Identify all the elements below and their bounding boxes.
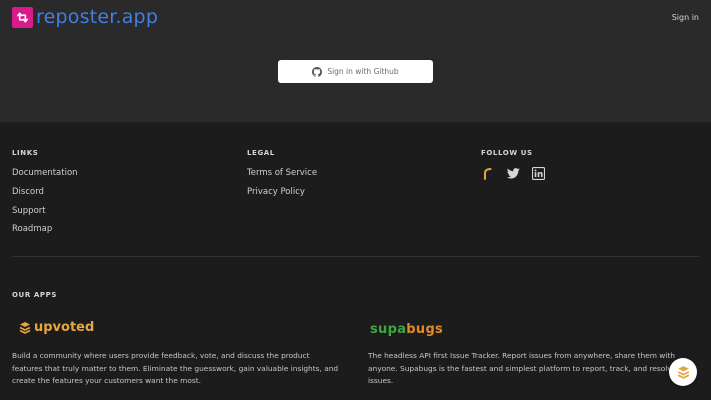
github-button-label: Sign in with Github (327, 67, 399, 76)
sign-in-github-button[interactable]: Sign in with Github (278, 60, 433, 83)
links-heading: LINKS (12, 149, 39, 157)
linkedin-icon[interactable] (531, 166, 545, 180)
discord-link[interactable]: Discord (12, 187, 44, 197)
upvoted-widget-button[interactable] (669, 358, 697, 386)
sign-in-link[interactable]: Sign in (672, 13, 699, 22)
footer-divider (12, 256, 699, 257)
supabugs-logo[interactable]: supa bugs (370, 322, 443, 337)
github-icon (312, 66, 323, 77)
brand-name: reposter.app (36, 6, 159, 28)
social-links (481, 166, 556, 180)
our-apps-heading: OUR APPS (12, 291, 57, 299)
supabugs-name-part-2: bugs (406, 322, 444, 337)
legal-heading: LEGAL (247, 149, 275, 157)
privacy-policy-link[interactable]: Privacy Policy (247, 187, 305, 197)
support-link[interactable]: Support (12, 206, 46, 216)
upvoted-description: Build a community where users provide fe… (12, 351, 339, 385)
twitter-icon[interactable] (506, 166, 520, 180)
follow-us-heading: FOLLOW US (481, 149, 533, 157)
upvoted-stack-icon (677, 365, 689, 379)
documentation-link[interactable]: Documentation (12, 168, 78, 178)
roadmap-link[interactable]: Roadmap (12, 224, 52, 234)
supabugs-name-part-1: supa (370, 322, 407, 337)
repost-icon (12, 7, 33, 28)
upvoted-name: upvoted (34, 320, 95, 335)
terms-of-service-link[interactable]: Terms of Service (247, 168, 317, 178)
supabugs-description: The headless API first Issue Tracker. Re… (368, 351, 677, 385)
brand-logo[interactable]: reposter.app (12, 7, 158, 28)
rss-icon[interactable] (481, 166, 495, 180)
upvoted-stack-icon (19, 321, 31, 334)
upvoted-logo[interactable]: upvoted (19, 320, 94, 335)
